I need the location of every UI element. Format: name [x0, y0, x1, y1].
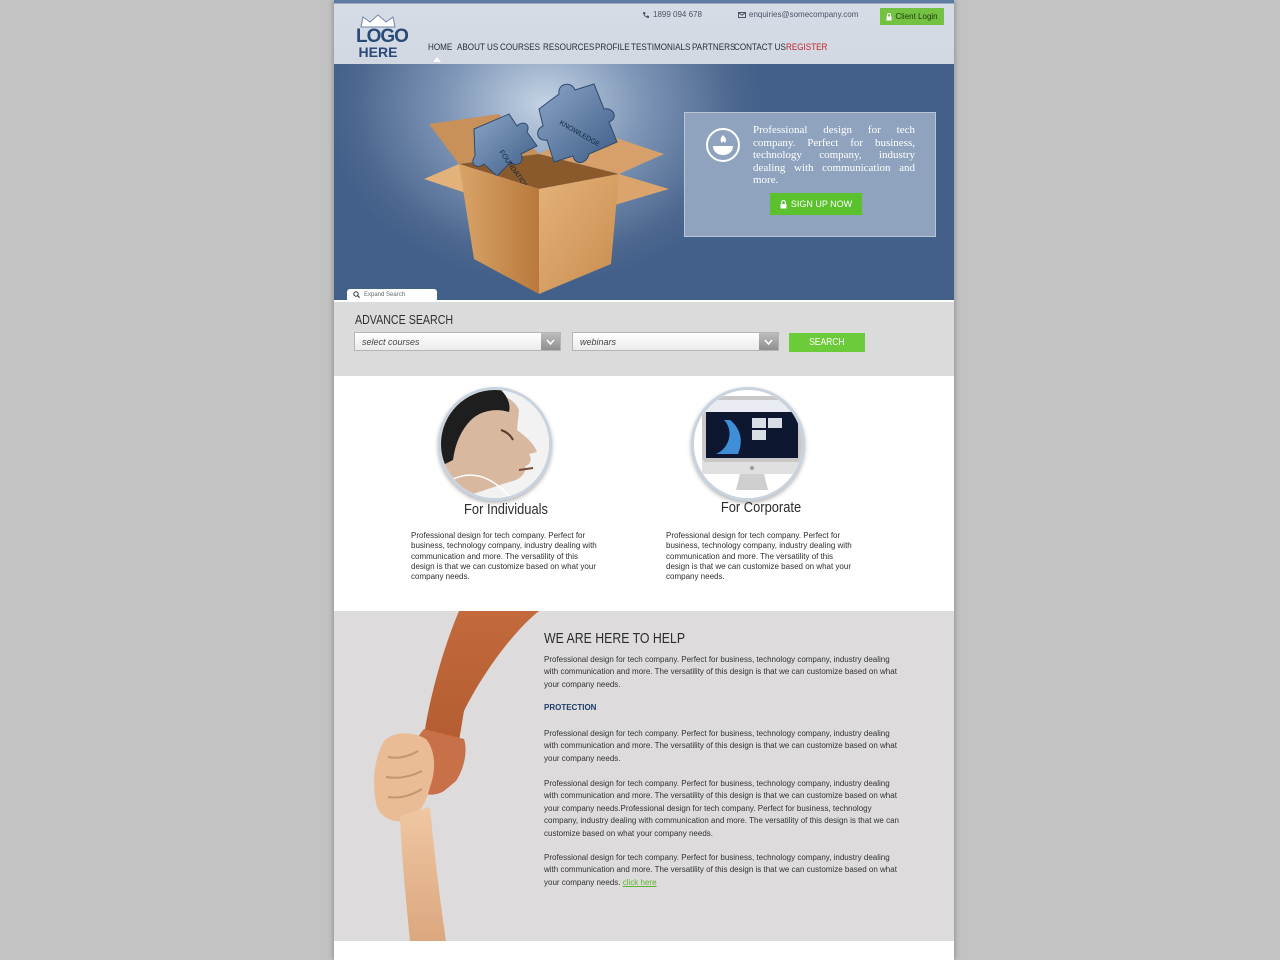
click-here-link[interactable]: click here	[623, 878, 657, 887]
lock-icon	[886, 12, 892, 20]
chevron-down-icon	[541, 333, 560, 350]
email-address[interactable]: enquiries@somecompany.com	[749, 10, 858, 19]
active-nav-indicator	[433, 57, 441, 62]
footer-strip	[334, 941, 954, 960]
corporate-photo	[691, 387, 805, 501]
help-paragraph-1: Professional design for tech company. Pe…	[544, 655, 897, 689]
chevron-down-icon	[759, 333, 778, 350]
monitor-image	[694, 390, 802, 498]
help-section: WE ARE HERE TO HELP Professional design …	[334, 611, 954, 941]
envelope-icon	[738, 11, 746, 18]
phone-contact: 1899 094 678	[642, 10, 702, 19]
corporate-title: For Corporate	[720, 499, 802, 516]
puzzle-box-illustration: FOUNDATION KNOWLEDGE	[424, 83, 669, 294]
logo-text-line2: HERE	[358, 44, 398, 60]
sign-up-label: SIGN UP NOW	[790, 199, 853, 209]
site-logo[interactable]: LOGO HERE	[356, 14, 409, 62]
individuals-title: For Individuals	[464, 501, 548, 518]
nav-item-testimonials[interactable]: TESTIMONIALS	[631, 42, 690, 52]
helping-hands-image	[374, 611, 539, 941]
individuals-text: Professional design for tech company. Pe…	[411, 531, 597, 582]
expand-search-label: Expand Search	[364, 291, 406, 298]
nav-item-partners[interactable]: PARTNERS	[692, 42, 735, 52]
flame-icon	[706, 128, 740, 162]
help-paragraph-3: Professional design for tech company. Pe…	[544, 779, 899, 838]
audience-section: For Individuals Professional design for …	[334, 376, 954, 611]
nav-item-contact-us[interactable]: CONTACT US	[734, 42, 786, 52]
email-contact: enquiries@somecompany.com	[738, 10, 858, 19]
sign-up-button[interactable]: SIGN UP NOW	[770, 193, 862, 215]
help-title: WE ARE HERE TO HELP	[544, 630, 686, 647]
help-paragraph-4-text: Professional design for tech company. Pe…	[544, 853, 897, 887]
select-courses-value: select courses	[362, 337, 420, 347]
search-button-label: SEARCH	[809, 337, 845, 348]
search-button[interactable]: SEARCH	[789, 333, 865, 352]
nav-item-resources[interactable]: RESOURCES	[543, 42, 594, 52]
client-login-button[interactable]: Client Login	[880, 8, 944, 25]
hero-card-text: Professional design for tech company. Pe…	[753, 124, 915, 186]
web-page: LOGO HERE 1899 094 678 enquiries@somecom…	[334, 0, 954, 960]
site-header: LOGO HERE 1899 094 678 enquiries@somecom…	[334, 0, 954, 66]
expand-search-tab[interactable]: Expand Search	[347, 289, 437, 300]
help-paragraph-4: Professional design for tech company. Pe…	[544, 852, 900, 889]
advance-search-title: ADVANCE SEARCH	[355, 312, 454, 327]
nav-item-courses[interactable]: COURSES	[500, 42, 540, 52]
advance-search-panel: ADVANCE SEARCH select courses webinars S…	[334, 300, 954, 378]
help-paragraph-2: Professional design for tech company. Pe…	[544, 729, 897, 763]
select-webinars-dropdown[interactable]: webinars	[572, 332, 779, 351]
search-icon	[353, 291, 360, 298]
client-login-label: Client Login	[895, 12, 938, 21]
phone-number: 1899 094 678	[653, 10, 702, 19]
nav-item-about-us[interactable]: ABOUT US	[457, 42, 498, 52]
person-face-image	[441, 390, 549, 498]
select-webinars-value: webinars	[580, 337, 617, 347]
hero-promo-card: Professional design for tech company. Pe…	[684, 112, 936, 237]
protection-subtitle: PROTECTION	[544, 703, 597, 712]
select-courses-dropdown[interactable]: select courses	[354, 332, 561, 351]
hero-banner: FOUNDATION KNOWLEDGE Professional design…	[334, 64, 954, 300]
corporate-text: Professional design for tech company. Pe…	[666, 531, 852, 582]
nav-item-home[interactable]: HOME	[428, 42, 452, 52]
nav-item-profile[interactable]: PROFILE	[595, 42, 630, 52]
lock-icon	[780, 199, 787, 208]
nav-item-register[interactable]: REGISTER	[786, 42, 827, 52]
individual-photo	[438, 387, 552, 501]
phone-icon	[643, 11, 649, 18]
